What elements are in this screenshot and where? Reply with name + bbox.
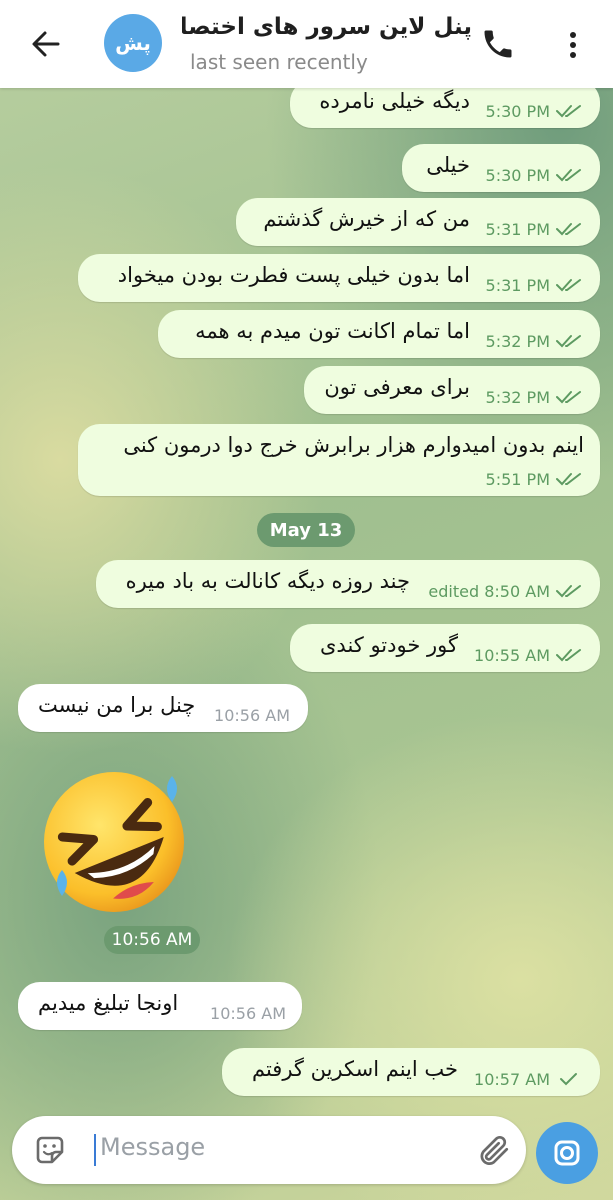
message-bubble[interactable]: چنل برا من نیست 10:56 AM: [18, 684, 308, 732]
double-check-icon: [556, 223, 581, 236]
message-bubble[interactable]: برای معرفی تون 5:32 PM: [304, 366, 600, 414]
message-bubble[interactable]: من که از خیرش گذشتم 5:31 PM: [236, 198, 600, 246]
message-time: 5:32 PM: [485, 388, 550, 407]
message-time: 5:30 PM: [485, 102, 550, 121]
double-check-icon: [556, 105, 581, 118]
chat-title[interactable]: پنل لاین سرور های اختصاصی: [182, 14, 472, 48]
message-time: 5:32 PM: [485, 332, 550, 351]
message-bubble[interactable]: دیگه خیلی نامرده 5:30 PM: [290, 88, 600, 128]
message-text: گور خودتو کندی: [319, 633, 458, 657]
message-text: دیگه خیلی نامرده: [319, 89, 470, 113]
message-text: اما تمام اکانت تون میدم به همه: [195, 319, 470, 343]
message-input[interactable]: Message: [100, 1133, 205, 1161]
double-check-icon: [556, 585, 581, 598]
message-time: 10:56 AM: [104, 926, 200, 954]
double-check-icon: [556, 335, 581, 348]
phone-icon[interactable]: [480, 26, 516, 62]
double-check-icon: [556, 649, 581, 662]
message-time: 10:56 AM: [210, 1004, 286, 1023]
message-text: خب اینم اسکرین گرفتم: [251, 1057, 458, 1081]
avatar[interactable]: پش: [104, 14, 162, 72]
message-bubble[interactable]: چند روزه دیگه کانالت به باد میره edited …: [96, 560, 600, 608]
double-check-icon: [556, 279, 581, 292]
message-time: 10:56 AM: [214, 706, 290, 725]
rolling-on-floor-laughing-emoji[interactable]: [38, 766, 190, 918]
message-bubble[interactable]: گور خودتو کندی 10:55 AM: [290, 624, 600, 672]
message-bubble[interactable]: اما بدون خیلی پست فطرت بودن میخواد 5:31 …: [78, 254, 600, 302]
sticker-icon[interactable]: [32, 1132, 68, 1168]
text-cursor: [94, 1134, 96, 1166]
camera-icon[interactable]: [536, 1122, 598, 1184]
message-bubble[interactable]: اونجا تبلیغ میدیم 10:56 AM: [18, 982, 302, 1030]
message-list[interactable]: دیگه خیلی نامرده 5:30 PM خیلی 5:30 PM من…: [0, 88, 613, 1112]
check-icon: [560, 1073, 577, 1086]
date-divider: May 13: [257, 513, 355, 547]
message-time: edited 8:50 AM: [428, 582, 550, 601]
message-text: اینم بدون امیدوارم هزار برابرش خرج دوا د…: [123, 433, 584, 457]
message-text: اونجا تبلیغ میدیم: [38, 991, 179, 1015]
message-time: 5:31 PM: [485, 220, 550, 239]
message-composer: Message: [12, 1116, 526, 1184]
double-check-icon: [556, 473, 581, 486]
message-time: 5:51 PM: [485, 470, 550, 489]
message-time: 10:55 AM: [474, 646, 550, 665]
message-text: خیلی: [426, 153, 470, 177]
message-bubble[interactable]: اینم بدون امیدوارم هزار برابرش خرج دوا د…: [78, 424, 600, 496]
double-check-icon: [556, 169, 581, 182]
more-vertical-icon[interactable]: [558, 28, 588, 62]
message-time: 5:30 PM: [485, 166, 550, 185]
message-text: برای معرفی تون: [324, 375, 470, 399]
message-time: 5:31 PM: [485, 276, 550, 295]
message-text: اما بدون خیلی پست فطرت بودن میخواد: [117, 263, 470, 287]
message-text: چند روزه دیگه کانالت به باد میره: [125, 569, 410, 593]
message-text: من که از خیرش گذشتم: [263, 207, 470, 231]
double-check-icon: [556, 391, 581, 404]
chat-header: پش پنل لاین سرور های اختصاصی last seen r…: [0, 0, 613, 88]
message-bubble[interactable]: اما تمام اکانت تون میدم به همه 5:32 PM: [158, 310, 600, 358]
chat-status: last seen recently: [190, 50, 368, 74]
arrow-left-icon[interactable]: [28, 26, 64, 62]
message-bubble[interactable]: خیلی 5:30 PM: [402, 144, 600, 192]
message-bubble[interactable]: خب اینم اسکرین گرفتم 10:57 AM: [222, 1048, 600, 1096]
paperclip-icon[interactable]: [476, 1132, 512, 1168]
message-time: 10:57 AM: [474, 1070, 550, 1089]
message-text: چنل برا من نیست: [38, 693, 196, 717]
